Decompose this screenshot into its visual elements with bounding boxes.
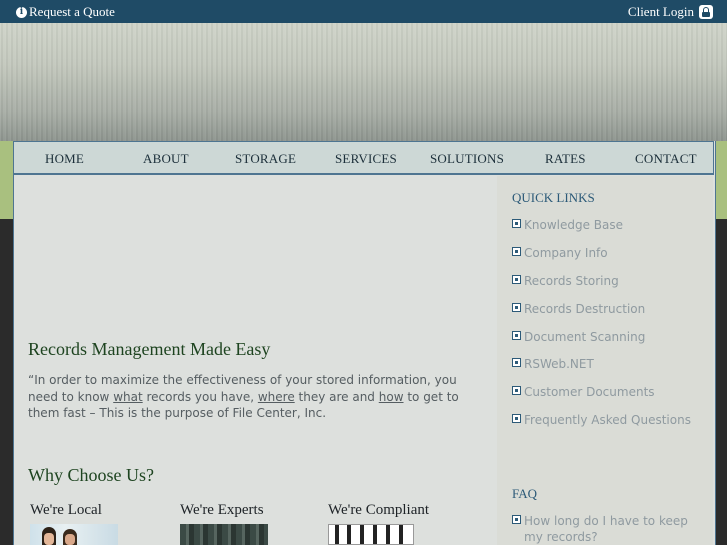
quote-how: how: [378, 389, 404, 404]
faq-item[interactable]: How long do I have to keep my records?: [512, 513, 702, 545]
faq-item-label: How long do I have to keep my records?: [524, 514, 688, 544]
link-bullet-icon: [512, 414, 521, 423]
quote-part-3: they are and: [294, 389, 379, 404]
sidebar: QUICK LINKS Knowledge Base Company Info …: [497, 176, 713, 545]
quick-link-label: Frequently Asked Questions: [524, 413, 691, 427]
quick-link-label: Company Info: [524, 246, 608, 260]
quick-links-title: QUICK LINKS: [512, 190, 595, 205]
person-face: [65, 534, 75, 545]
image-stripe: [386, 525, 390, 544]
quick-link-company-info[interactable]: Company Info: [512, 246, 608, 260]
feature-compliant-heading: We're Compliant: [328, 502, 430, 518]
feature-experts-image[interactable]: [180, 524, 268, 545]
quick-link-customer-documents[interactable]: Customer Documents: [512, 385, 655, 399]
link-bullet-icon: [512, 247, 521, 256]
feature-local-image[interactable]: [30, 524, 118, 545]
link-bullet-icon: [512, 219, 521, 228]
info-icon: i: [16, 6, 27, 18]
quick-link-label: Document Scanning: [524, 330, 646, 344]
why-choose-heading: Why Choose Us?: [28, 465, 154, 485]
feature-experts-heading: We're Experts: [180, 502, 264, 518]
quick-link-label: Records Destruction: [524, 302, 646, 316]
quick-link-knowledge-base[interactable]: Knowledge Base: [512, 218, 623, 232]
top-bar: i Request a Quote Client Login: [0, 0, 727, 23]
nav-services[interactable]: SERVICES: [335, 151, 397, 167]
intro-quote: “In order to maximize the effectiveness …: [28, 372, 473, 422]
page-title: Records Management Made Easy: [28, 339, 271, 359]
main-nav: HOME ABOUT STORAGE SERVICES SOLUTIONS RA…: [13, 141, 714, 175]
nav-storage[interactable]: STORAGE: [235, 151, 296, 167]
image-stripe: [360, 525, 364, 544]
image-stripe: [347, 525, 351, 544]
lock-icon: [699, 5, 713, 19]
link-bullet-icon: [512, 331, 521, 340]
nav-contact[interactable]: CONTACT: [635, 151, 697, 167]
nav-solutions[interactable]: SOLUTIONS: [430, 151, 504, 167]
quick-link-label: Records Storing: [524, 274, 619, 288]
quick-link-faq[interactable]: Frequently Asked Questions: [512, 413, 691, 427]
quick-link-records-destruction[interactable]: Records Destruction: [512, 302, 645, 316]
image-stripe: [373, 525, 377, 544]
nav-home[interactable]: HOME: [45, 151, 84, 167]
quick-link-rsweb[interactable]: RSWeb.NET: [512, 357, 594, 371]
link-bullet-icon: [512, 303, 521, 312]
feature-compliant-image[interactable]: [328, 524, 414, 545]
quote-part-2: records you have,: [142, 389, 258, 404]
quick-link-records-storing[interactable]: Records Storing: [512, 274, 619, 288]
quote-what: what: [113, 389, 143, 404]
client-login-label: Client Login: [627, 4, 694, 19]
nav-rates[interactable]: RATES: [545, 151, 586, 167]
quote-where: where: [257, 389, 295, 404]
image-stripe: [399, 525, 403, 544]
link-bullet-icon: [512, 275, 521, 284]
link-bullet-icon: [512, 386, 521, 395]
link-bullet-icon: [512, 515, 521, 524]
quick-link-label: Customer Documents: [524, 385, 655, 399]
quick-link-label: Knowledge Base: [524, 218, 623, 232]
link-bullet-icon: [512, 358, 521, 367]
nav-about[interactable]: ABOUT: [143, 151, 189, 167]
quick-link-document-scanning[interactable]: Document Scanning: [512, 330, 645, 344]
request-quote-label: Request a Quote: [29, 4, 115, 19]
header-banner: [0, 23, 727, 141]
request-quote-link[interactable]: i Request a Quote: [16, 4, 115, 20]
faq-title: FAQ: [512, 486, 538, 501]
image-stripe: [335, 525, 339, 544]
feature-local-heading: We're Local: [30, 502, 102, 518]
client-login-link[interactable]: Client Login: [628, 4, 713, 20]
quick-link-label: RSWeb.NET: [524, 357, 594, 371]
person-face: [44, 533, 54, 545]
